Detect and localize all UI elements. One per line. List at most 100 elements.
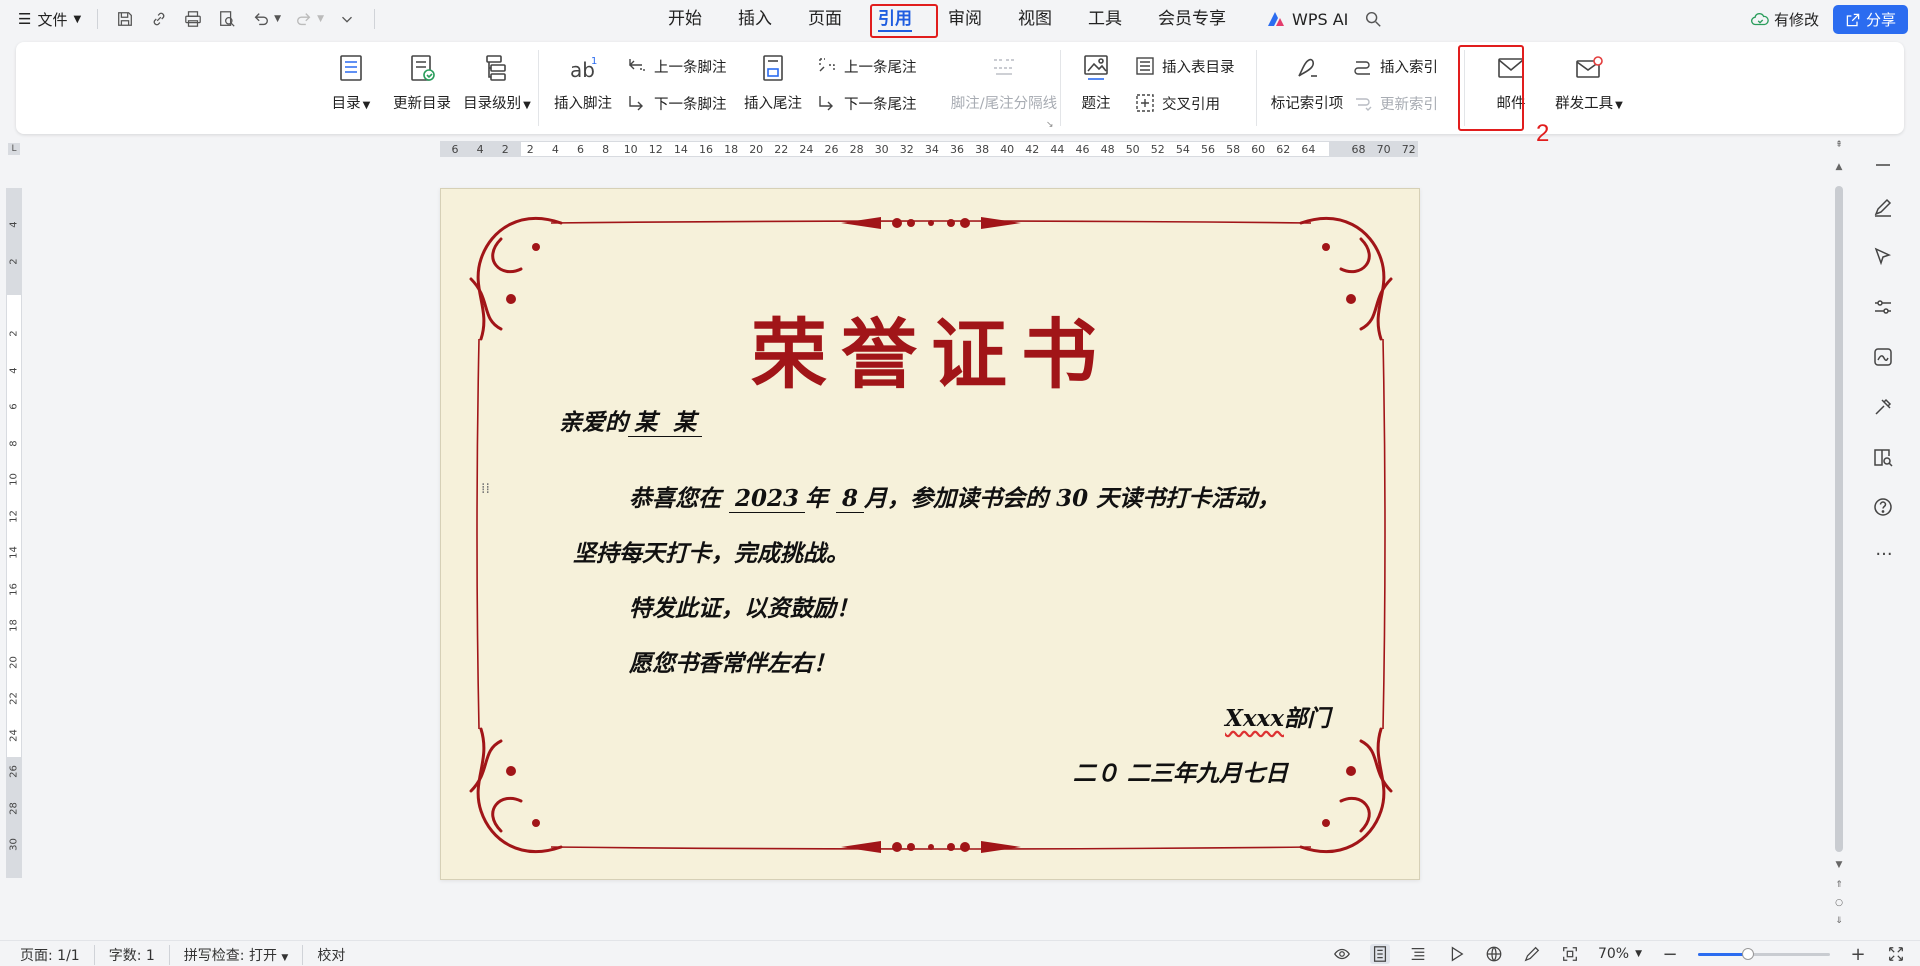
word-count[interactable]: 字数: 1	[109, 945, 170, 965]
more-icon[interactable]: ···	[1872, 546, 1896, 570]
tab-references[interactable]: 引用	[860, 4, 930, 34]
zoom-in-icon[interactable]: +	[1848, 944, 1868, 965]
body-line-1[interactable]: 恭喜您在 2023 年 8 月，参加读书会的 30 天读书打卡活动，	[629, 479, 1280, 513]
annotate-pen-icon[interactable]	[1522, 944, 1542, 964]
undo-icon[interactable]	[250, 8, 272, 30]
page-count[interactable]: 页面: 1/1	[20, 945, 95, 965]
insert-footnote-button[interactable]: ab 1 插入脚注	[548, 52, 618, 113]
zoom-level-selector[interactable]: 70% ▼	[1598, 946, 1642, 962]
book-search-icon[interactable]	[1872, 446, 1896, 470]
ruler-tick: 10	[623, 143, 638, 156]
department-name: Xxxx	[1225, 705, 1284, 732]
mark-index-entry-button[interactable]: 标记索引项	[1262, 52, 1352, 113]
insert-index-button[interactable]: 插入索引	[1352, 55, 1438, 77]
ruler-tick: 2	[501, 143, 509, 156]
adjust-sliders-icon[interactable]	[1872, 296, 1896, 320]
update-toc-icon	[406, 52, 438, 84]
department-line[interactable]: Xxxx部门	[1225, 699, 1330, 733]
cross-reference-label: 交叉引用	[1162, 96, 1220, 113]
prev-endnote-button[interactable]: 上一条尾注	[816, 55, 917, 77]
link-icon[interactable]	[148, 8, 170, 30]
caption-label: 题注	[1081, 96, 1111, 112]
eye-protection-icon[interactable]	[1332, 944, 1352, 964]
ruler-tick: 8	[602, 143, 610, 156]
ruler-tick: 18	[8, 619, 20, 632]
ruler-tick: 44	[1050, 143, 1065, 156]
horizontal-ruler[interactable]: 6 4 2 2 4 6 8 10 12 14 16 18 20 22 24 26 28 30 32 34 36 38 40 4…	[440, 141, 1418, 157]
zoom-out-icon[interactable]: −	[1660, 944, 1680, 965]
redo-icon[interactable]	[293, 8, 315, 30]
note-separator-button[interactable]: 脚注/尾注分隔线	[934, 52, 1074, 113]
salutation-line[interactable]: 亲爱的某 某	[559, 403, 703, 437]
spell-check-toggle[interactable]: 拼写检查: 打开 ▼	[184, 945, 304, 965]
file-menu[interactable]: ☰ 文件 ▼	[18, 9, 81, 30]
fullscreen-icon[interactable]	[1886, 944, 1906, 964]
zoom-slider[interactable]	[1698, 947, 1830, 960]
toc-button[interactable]: 目录 ▼	[316, 52, 386, 113]
fit-page-icon[interactable]	[1560, 944, 1580, 964]
scroll-to-top-icon[interactable]: ⇞	[1832, 140, 1846, 150]
body-line-4[interactable]: 愿您书香常伴左右！	[629, 644, 836, 678]
tab-page[interactable]: 页面	[790, 4, 860, 34]
outline-view-icon[interactable]	[1408, 944, 1428, 964]
play-icon[interactable]	[1446, 944, 1466, 964]
vertical-scrollbar[interactable]: ⇞ ▲ ▼ ⇑ ○ ⇓	[1832, 140, 1846, 930]
pen-icon[interactable]	[1872, 196, 1896, 220]
next-endnote-button[interactable]: 下一条尾注	[816, 92, 917, 114]
body-line-2[interactable]: 坚持每天打卡，完成挑战。	[573, 534, 849, 568]
print-icon[interactable]	[182, 8, 204, 30]
update-toc-label: 更新目录	[393, 96, 451, 112]
prev-footnote-button[interactable]: 上一条脚注	[626, 55, 727, 77]
help-icon[interactable]	[1872, 496, 1896, 520]
scroll-up-icon[interactable]: ▲	[1832, 162, 1846, 172]
recipient-name: 某 某	[628, 409, 703, 437]
insert-endnote-button[interactable]: 插入尾注	[738, 52, 808, 113]
zoom-slider-knob[interactable]	[1742, 947, 1755, 960]
document-page[interactable]: 荣誉证书 亲爱的某 某 ⁞⁞ 恭喜您在 2023 年 8 月，参加读书会的 30 天…	[440, 188, 1420, 880]
update-toc-button[interactable]: 更新目录	[387, 52, 457, 113]
modified-status[interactable]: 有修改	[1750, 9, 1819, 30]
tab-tools[interactable]: 工具	[1070, 4, 1140, 34]
insert-table-of-figures-button[interactable]: 插入表目录	[1134, 55, 1235, 77]
customize-toolbar-icon[interactable]	[336, 8, 358, 30]
update-index-button[interactable]: 更新索引	[1352, 92, 1438, 114]
select-cursor-icon[interactable]	[1872, 246, 1896, 270]
dialog-launcher-icon[interactable]: ↘	[1046, 120, 1054, 130]
share-button[interactable]: 分享	[1832, 5, 1908, 34]
search-icon[interactable]	[1362, 8, 1384, 30]
body-line-3[interactable]: 特发此证，以资鼓励！	[629, 589, 859, 623]
scroll-down-icon[interactable]: ▼	[1832, 860, 1846, 870]
next-footnote-button[interactable]: 下一条脚注	[626, 92, 727, 114]
collapse-panel-icon[interactable]	[1872, 154, 1896, 178]
tab-view[interactable]: 视图	[1000, 4, 1070, 34]
tab-stop-selector[interactable]: L	[8, 143, 20, 155]
browse-object-icon[interactable]: ○	[1832, 898, 1846, 908]
scrollbar-thumb[interactable]	[1835, 186, 1843, 852]
tools-icon[interactable]	[1872, 396, 1896, 420]
redo-dropdown-icon[interactable]: ▼	[317, 14, 324, 24]
tab-insert[interactable]: 插入	[720, 4, 790, 34]
cross-reference-button[interactable]: 交叉引用	[1134, 92, 1220, 114]
tab-home[interactable]: 开始	[650, 4, 720, 34]
date-line[interactable]: 二０ 二三年九月七日	[1073, 754, 1288, 788]
save-icon[interactable]	[114, 8, 136, 30]
drag-handle-icon[interactable]: ⁞⁞	[481, 482, 493, 505]
chevron-down-icon: ▼	[523, 100, 531, 111]
next-page-icon[interactable]: ⇓	[1832, 916, 1846, 926]
caption-button[interactable]: 题注	[1061, 52, 1131, 113]
toc-level-button[interactable]: 目录级别 ▼	[462, 52, 532, 113]
prev-page-icon[interactable]: ⇑	[1832, 880, 1846, 890]
proofread-button[interactable]: 校对	[317, 945, 359, 965]
mass-send-tools-button[interactable]: 群发工具 ▼	[1524, 52, 1654, 113]
ruler-tick: 8	[8, 439, 20, 447]
tab-member[interactable]: 会员专享	[1140, 4, 1244, 34]
certificate-title[interactable]: 荣誉证书	[441, 293, 1421, 403]
undo-dropdown-icon[interactable]: ▼	[274, 14, 281, 24]
page-view-icon[interactable]	[1369, 944, 1390, 964]
vertical-ruler[interactable]: 4 2 2 4 6 8 10 12 14 16 18 20 22 24 26 28 30	[6, 188, 22, 878]
web-view-icon[interactable]	[1484, 944, 1504, 964]
tab-review[interactable]: 审阅	[930, 4, 1000, 34]
wps-ai-button[interactable]: WPS AI	[1244, 10, 1348, 29]
print-preview-icon[interactable]	[216, 8, 238, 30]
handwriting-icon[interactable]	[1872, 346, 1896, 370]
